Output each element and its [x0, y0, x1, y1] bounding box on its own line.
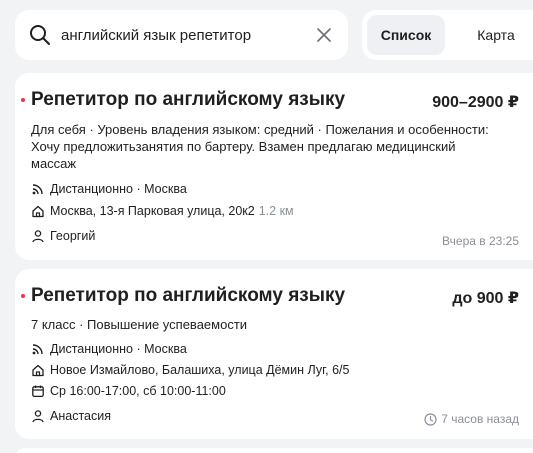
result-price: до 900 ₽: [452, 290, 519, 307]
address-row: Новое Измайлово, Балашиха, улица Дёмин Л…: [31, 361, 349, 379]
house-icon: [32, 364, 44, 377]
remote-signal-icon: [32, 184, 43, 195]
schedule-text: Ср 16:00-17:00, сб 10:00-11:00: [50, 384, 226, 398]
address-row: Москва, 13-я Парковая улица, 20к2 1.2 км: [31, 202, 294, 220]
address-text: Новое Измайлово, Балашиха, улица Дёмин Л…: [50, 363, 350, 377]
result-description: 7 класс · Повышение успеваемости: [31, 317, 248, 332]
result-price: 900–2900 ₽: [432, 94, 519, 111]
person-icon: [32, 410, 44, 423]
address-text: Москва, 13-я Парковая улица, 20к2: [50, 204, 255, 218]
search-icon: [30, 25, 50, 45]
result-card-partial[interactable]: [15, 448, 533, 453]
remote-signal-icon: [32, 344, 43, 355]
new-indicator-dot: [21, 98, 25, 102]
house-icon: [32, 205, 44, 218]
client-row: Анастасия: [31, 407, 111, 425]
person-icon: [32, 230, 44, 243]
result-card[interactable]: Репетитор по английскому языку 900–2900 …: [15, 73, 533, 260]
format-text: Дистанционно · Москва: [50, 182, 187, 196]
clear-icon[interactable]: [314, 25, 334, 45]
posted-time: Вчера в 23:25: [442, 234, 519, 248]
result-title[interactable]: Репетитор по английскому языку: [31, 89, 345, 111]
view-switcher: Список Карта: [362, 10, 533, 60]
posted-time: 7 часов назад: [424, 412, 519, 426]
schedule-row: Ср 16:00-17:00, сб 10:00-11:00: [31, 382, 226, 400]
posted-time-text: Вчера в 23:25: [442, 234, 519, 248]
posted-time-text: 7 часов назад: [441, 412, 519, 426]
new-indicator-dot: [21, 294, 25, 298]
client-row: Георгий: [31, 227, 95, 245]
search-input[interactable]: [61, 20, 301, 50]
result-title[interactable]: Репетитор по английскому языку: [31, 285, 345, 307]
format-text: Дистанционно · Москва: [50, 342, 187, 356]
client-name: Анастасия: [50, 409, 111, 423]
top-bar: Список Карта: [15, 10, 533, 60]
result-description: Для себя · Уровень владения языком: сред…: [31, 122, 489, 171]
distance-text: 1.2 км: [258, 204, 294, 218]
calendar-icon: [32, 385, 44, 398]
result-card[interactable]: Репетитор по английскому языку до 900 ₽ …: [15, 269, 533, 439]
format-row: Дистанционно · Москва: [31, 340, 187, 358]
client-name: Георгий: [50, 229, 96, 243]
search-box[interactable]: [15, 10, 348, 60]
tab-list[interactable]: Список: [367, 15, 445, 55]
format-row: Дистанционно · Москва: [31, 180, 187, 198]
clock-icon: [424, 412, 437, 426]
tab-map[interactable]: Карта: [466, 15, 526, 55]
